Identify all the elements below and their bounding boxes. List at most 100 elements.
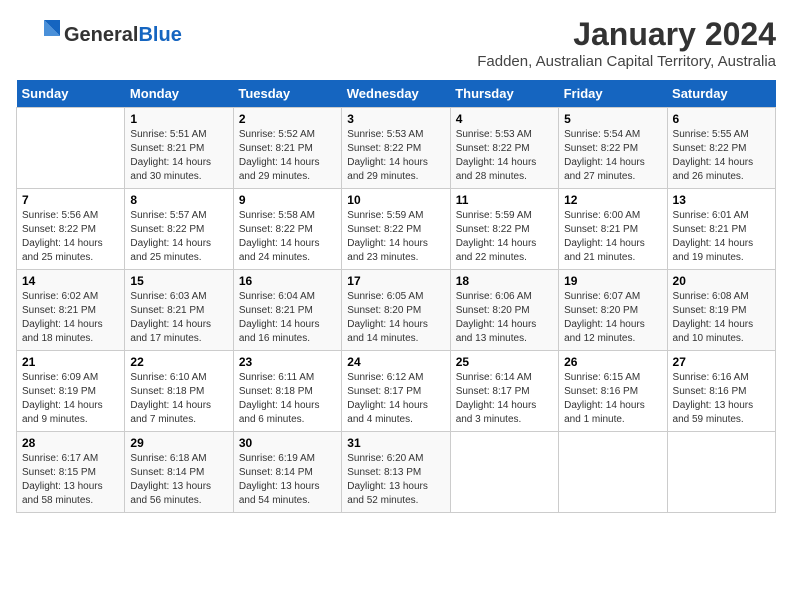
calendar-cell: 2 Sunrise: 5:52 AM Sunset: 8:21 PM Daylig…	[233, 108, 341, 189]
calendar-cell: 6Sunrise: 5:55 AM Sunset: 8:22 PM Daylig…	[667, 108, 775, 189]
day-number: 13	[673, 193, 770, 207]
day-number: 22	[130, 355, 227, 369]
day-number: 28	[22, 436, 119, 450]
calendar-cell: 10 Sunrise: 5:59 AM Sunset: 8:22 PM Dayli…	[342, 189, 450, 270]
day-info: Sunrise: 5:59 AM Sunset: 8:22 PM Dayligh…	[456, 209, 553, 265]
day-info: Sunrise: 6:06 AM Sunset: 8:20 PM Dayligh…	[456, 290, 553, 346]
calendar-cell: 9 Sunrise: 5:58 AM Sunset: 8:22 PM Daylig…	[233, 189, 341, 270]
calendar-cell: 14Sunrise: 6:02 AM Sunset: 8:21 PM Dayli…	[17, 270, 125, 351]
calendar-cell: 31Sunrise: 6:20 AM Sunset: 8:13 PM Dayli…	[342, 432, 450, 513]
calendar-cell: 26Sunrise: 6:15 AM Sunset: 8:16 PM Dayli…	[559, 351, 667, 432]
calendar-header: SundayMondayTuesdayWednesdayThursdayFrid…	[17, 80, 776, 108]
day-number: 15	[130, 274, 227, 288]
day-number: 14	[22, 274, 119, 288]
day-info: Sunrise: 6:16 AM Sunset: 8:16 PM Dayligh…	[673, 371, 770, 427]
day-number: 3	[347, 112, 444, 126]
day-info: Sunrise: 6:17 AM Sunset: 8:15 PM Dayligh…	[22, 452, 119, 508]
calendar-cell	[450, 432, 558, 513]
calendar-cell: 24 Sunrise: 6:12 AM Sunset: 8:17 PM Dayli…	[342, 351, 450, 432]
day-number: 20	[673, 274, 770, 288]
calendar-cell: 27 Sunrise: 6:16 AM Sunset: 8:16 PM Dayli…	[667, 351, 775, 432]
calendar-cell	[559, 432, 667, 513]
day-number: 21	[22, 355, 119, 369]
day-header-friday: Friday	[559, 80, 667, 108]
day-info: Sunrise: 6:11 AM Sunset: 8:18 PM Dayligh…	[239, 371, 336, 427]
day-info: Sunrise: 5:53 AM Sunset: 8:22 PM Dayligh…	[456, 128, 553, 184]
day-info: Sunrise: 5:54 AM Sunset: 8:22 PM Dayligh…	[564, 128, 661, 184]
day-number: 10	[347, 193, 444, 207]
logo-icon	[16, 16, 60, 54]
calendar-cell: 4 Sunrise: 5:53 AM Sunset: 8:22 PM Daylig…	[450, 108, 558, 189]
calendar-cell: 22 Sunrise: 6:10 AM Sunset: 8:18 PM Dayli…	[125, 351, 233, 432]
day-info: Sunrise: 5:57 AM Sunset: 8:22 PM Dayligh…	[130, 209, 227, 265]
calendar-cell: 17 Sunrise: 6:05 AM Sunset: 8:20 PM Dayli…	[342, 270, 450, 351]
calendar-cell	[667, 432, 775, 513]
day-number: 16	[239, 274, 336, 288]
logo-general: General	[64, 24, 138, 46]
day-number: 27	[673, 355, 770, 369]
day-info: Sunrise: 5:58 AM Sunset: 8:22 PM Dayligh…	[239, 209, 336, 265]
day-number: 25	[456, 355, 553, 369]
day-info: Sunrise: 6:08 AM Sunset: 8:19 PM Dayligh…	[673, 290, 770, 346]
week-row-3: 14Sunrise: 6:02 AM Sunset: 8:21 PM Dayli…	[17, 270, 776, 351]
day-info: Sunrise: 6:09 AM Sunset: 8:19 PM Dayligh…	[22, 371, 119, 427]
calendar-cell: 25 Sunrise: 6:14 AM Sunset: 8:17 PM Dayli…	[450, 351, 558, 432]
day-info: Sunrise: 6:19 AM Sunset: 8:14 PM Dayligh…	[239, 452, 336, 508]
day-number: 5	[564, 112, 661, 126]
day-info: Sunrise: 5:52 AM Sunset: 8:21 PM Dayligh…	[239, 128, 336, 184]
day-info: Sunrise: 5:56 AM Sunset: 8:22 PM Dayligh…	[22, 209, 119, 265]
day-number: 9	[239, 193, 336, 207]
day-info: Sunrise: 6:10 AM Sunset: 8:18 PM Dayligh…	[130, 371, 227, 427]
day-info: Sunrise: 5:51 AM Sunset: 8:21 PM Dayligh…	[130, 128, 227, 184]
day-info: Sunrise: 6:03 AM Sunset: 8:21 PM Dayligh…	[130, 290, 227, 346]
day-number: 7	[22, 193, 119, 207]
day-number: 30	[239, 436, 336, 450]
title-area: January 2024 Fadden, Australian Capital …	[477, 16, 776, 70]
calendar-cell: 30 Sunrise: 6:19 AM Sunset: 8:14 PM Dayli…	[233, 432, 341, 513]
calendar-cell: 15 Sunrise: 6:03 AM Sunset: 8:21 PM Dayli…	[125, 270, 233, 351]
day-info: Sunrise: 6:04 AM Sunset: 8:21 PM Dayligh…	[239, 290, 336, 346]
day-header-saturday: Saturday	[667, 80, 775, 108]
calendar-cell: 23 Sunrise: 6:11 AM Sunset: 8:18 PM Dayli…	[233, 351, 341, 432]
day-number: 18	[456, 274, 553, 288]
day-info: Sunrise: 6:05 AM Sunset: 8:20 PM Dayligh…	[347, 290, 444, 346]
day-info: Sunrise: 5:55 AM Sunset: 8:22 PM Dayligh…	[673, 128, 770, 184]
day-number: 29	[130, 436, 227, 450]
day-info: Sunrise: 6:14 AM Sunset: 8:17 PM Dayligh…	[456, 371, 553, 427]
day-header-monday: Monday	[125, 80, 233, 108]
day-number: 4	[456, 112, 553, 126]
day-info: Sunrise: 6:12 AM Sunset: 8:17 PM Dayligh…	[347, 371, 444, 427]
calendar-body: 1 Sunrise: 5:51 AM Sunset: 8:21 PM Daylig…	[17, 108, 776, 513]
week-row-4: 21 Sunrise: 6:09 AM Sunset: 8:19 PM Dayli…	[17, 351, 776, 432]
calendar-cell: 18 Sunrise: 6:06 AM Sunset: 8:20 PM Dayli…	[450, 270, 558, 351]
logo-blue: Blue	[138, 24, 181, 46]
day-number: 1	[130, 112, 227, 126]
calendar-cell	[17, 108, 125, 189]
day-info: Sunrise: 5:59 AM Sunset: 8:22 PM Dayligh…	[347, 209, 444, 265]
calendar-cell: 5 Sunrise: 5:54 AM Sunset: 8:22 PM Daylig…	[559, 108, 667, 189]
day-number: 23	[239, 355, 336, 369]
calendar-cell: 8 Sunrise: 5:57 AM Sunset: 8:22 PM Daylig…	[125, 189, 233, 270]
day-info: Sunrise: 6:00 AM Sunset: 8:21 PM Dayligh…	[564, 209, 661, 265]
week-row-1: 1 Sunrise: 5:51 AM Sunset: 8:21 PM Daylig…	[17, 108, 776, 189]
day-number: 26	[564, 355, 661, 369]
day-header-wednesday: Wednesday	[342, 80, 450, 108]
calendar-cell: 16 Sunrise: 6:04 AM Sunset: 8:21 PM Dayli…	[233, 270, 341, 351]
day-number: 2	[239, 112, 336, 126]
week-row-5: 28 Sunrise: 6:17 AM Sunset: 8:15 PM Dayli…	[17, 432, 776, 513]
day-number: 8	[130, 193, 227, 207]
day-info: Sunrise: 6:20 AM Sunset: 8:13 PM Dayligh…	[347, 452, 444, 508]
day-number: 12	[564, 193, 661, 207]
calendar-cell: 28 Sunrise: 6:17 AM Sunset: 8:15 PM Dayli…	[17, 432, 125, 513]
day-number: 17	[347, 274, 444, 288]
day-number: 19	[564, 274, 661, 288]
day-info: Sunrise: 6:18 AM Sunset: 8:14 PM Dayligh…	[130, 452, 227, 508]
day-number: 24	[347, 355, 444, 369]
calendar-cell: 7 Sunrise: 5:56 AM Sunset: 8:22 PM Daylig…	[17, 189, 125, 270]
main-title: January 2024	[477, 16, 776, 53]
calendar-cell: 20 Sunrise: 6:08 AM Sunset: 8:19 PM Dayli…	[667, 270, 775, 351]
calendar-cell: 29 Sunrise: 6:18 AM Sunset: 8:14 PM Dayli…	[125, 432, 233, 513]
calendar-cell: 12 Sunrise: 6:00 AM Sunset: 8:21 PM Dayli…	[559, 189, 667, 270]
day-header-sunday: Sunday	[17, 80, 125, 108]
subtitle: Fadden, Australian Capital Territory, Au…	[477, 53, 776, 70]
